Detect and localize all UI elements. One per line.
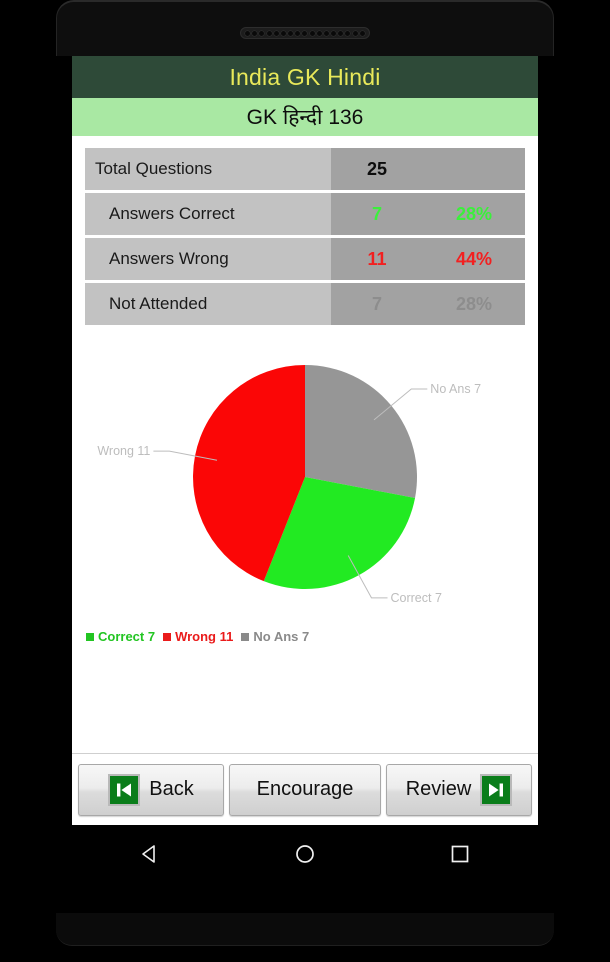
stat-count: 7	[371, 203, 382, 224]
page-title: India GK Hindi	[229, 63, 381, 90]
stat-percent: 28%	[455, 293, 493, 314]
app-title-bar: India GK Hindi	[72, 56, 538, 98]
speaker-hole	[352, 30, 358, 36]
stat-count: 7	[371, 293, 382, 314]
phone-device: India GK Hindi GK हिन्दी 136 Total Quest…	[0, 0, 610, 962]
encourage-button-label: Encourage	[256, 778, 354, 800]
back-button-label: Back	[149, 778, 194, 800]
speaker-hole	[316, 30, 322, 36]
device-top-bezel	[56, 0, 554, 56]
speaker-hole	[295, 30, 301, 36]
stat-count: 25	[366, 158, 388, 179]
results-pie-chart: No Ans 7 Correct 7 Wrong 11	[72, 335, 538, 635]
quiz-name-label: GK हिन्दी 136	[246, 106, 364, 129]
table-row: Not Attended 7 28%	[85, 283, 525, 325]
pie-slice-label: No Ans 7	[430, 382, 481, 396]
speaker-hole	[245, 30, 251, 36]
encourage-button[interactable]: Encourage	[229, 763, 381, 816]
earpiece-speaker-grille	[240, 27, 370, 39]
stat-values: 7 28%	[331, 193, 525, 235]
speaker-hole	[266, 30, 272, 36]
pie-slice	[305, 365, 418, 498]
speaker-hole	[331, 30, 337, 36]
stat-label: Answers Correct	[85, 193, 331, 235]
speaker-hole	[309, 30, 315, 36]
skip-previous-icon	[108, 773, 141, 806]
table-row: Answers Correct 7 28%	[85, 193, 525, 235]
speaker-hole	[280, 30, 286, 36]
speaker-hole	[302, 30, 308, 36]
stat-values: 25	[331, 148, 525, 190]
skip-next-icon	[480, 773, 513, 806]
speaker-hole	[338, 30, 344, 36]
speaker-hole	[359, 30, 365, 36]
stat-values: 7 28%	[331, 283, 525, 325]
stat-label: Answers Wrong	[85, 238, 331, 280]
back-button[interactable]: Back	[78, 763, 224, 816]
device-bottom-bezel	[56, 913, 554, 946]
stat-label: Total Questions	[85, 148, 331, 190]
stat-percent: 28%	[455, 203, 493, 224]
stat-count: 11	[367, 248, 387, 269]
quiz-subtitle-bar: GK हिन्दी 136	[72, 98, 538, 136]
nav-back-icon[interactable]	[120, 832, 180, 876]
nav-recents-icon[interactable]	[430, 832, 490, 876]
phone-screen: India GK Hindi GK हिन्दी 136 Total Quest…	[72, 56, 538, 825]
bottom-button-bar: Back Encourage Review	[72, 753, 538, 825]
speaker-hole	[252, 30, 258, 36]
stat-values: 11 44%	[331, 238, 525, 280]
speaker-hole	[288, 30, 294, 36]
stat-percent: 44%	[455, 248, 493, 269]
stat-label: Not Attended	[85, 283, 331, 325]
review-button-label: Review	[405, 778, 472, 800]
android-navigation-bar	[72, 825, 538, 882]
table-row: Total Questions 25	[85, 148, 525, 190]
pie-slice-label: Wrong 11	[97, 444, 150, 458]
speaker-hole	[259, 30, 265, 36]
speaker-hole	[273, 30, 279, 36]
pie-slice-label: Correct 7	[391, 591, 442, 605]
speaker-hole	[323, 30, 329, 36]
nav-home-icon[interactable]	[275, 832, 335, 876]
results-table: Total Questions 25 Answers Correct 7 28% Answ…	[85, 148, 525, 325]
speaker-hole	[345, 30, 351, 36]
review-button[interactable]: Review	[386, 763, 532, 816]
table-row: Answers Wrong 11 44%	[85, 238, 525, 280]
